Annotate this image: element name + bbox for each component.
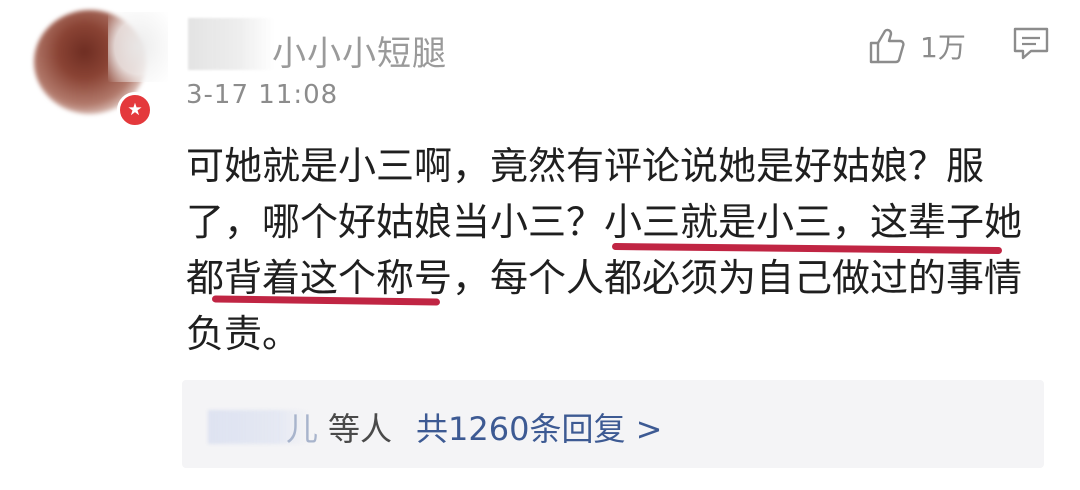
like-button[interactable]: 1万 xyxy=(868,26,966,66)
thumbs-up-icon xyxy=(868,27,906,65)
replier-suffix: 等人 xyxy=(328,410,393,448)
comment-reply-icon[interactable] xyxy=(1012,26,1050,62)
reply-count-link[interactable]: 共1260条回复 > xyxy=(416,404,662,450)
comment-line: 了，哪个好姑娘当小三？小三就是小三，这辈子她 xyxy=(186,194,1056,255)
comment-line: 都背着这个称号，每个人都必须为自己做过的事情 xyxy=(186,250,1056,306)
comment-body: 可她就是小三啊，竟然有评论说她是好姑娘？服 了，哪个好姑娘当小三？小三就是小三，… xyxy=(186,138,1056,362)
comment-line-text: 了，哪个好姑娘当小三？小三就是小三，这辈子她 xyxy=(186,200,1023,244)
vip-star-icon: ★ xyxy=(117,92,153,128)
username-redaction xyxy=(188,18,274,70)
like-count: 1万 xyxy=(920,31,966,64)
comment-card: ★ 小小小短腿 3-17 11:08 1万 可她就是小三啊，竟然有评论说她是好姑… xyxy=(0,0,1080,490)
comment-line: 负责。 xyxy=(186,312,301,356)
replies-summary[interactable]: 儿 等人 共1260条回复 > xyxy=(182,380,1044,468)
username[interactable]: 小小小短腿 xyxy=(272,26,447,75)
comment-line: 可她就是小三啊，竟然有评论说她是好姑娘？服 xyxy=(186,144,985,188)
comment-line-text: 都背着这个称号，每个人都必须为自己做过的事情 xyxy=(186,256,1023,300)
replier-name: 儿 xyxy=(286,410,319,448)
avatar-redaction xyxy=(108,12,168,82)
timestamp: 3-17 11:08 xyxy=(186,80,339,110)
